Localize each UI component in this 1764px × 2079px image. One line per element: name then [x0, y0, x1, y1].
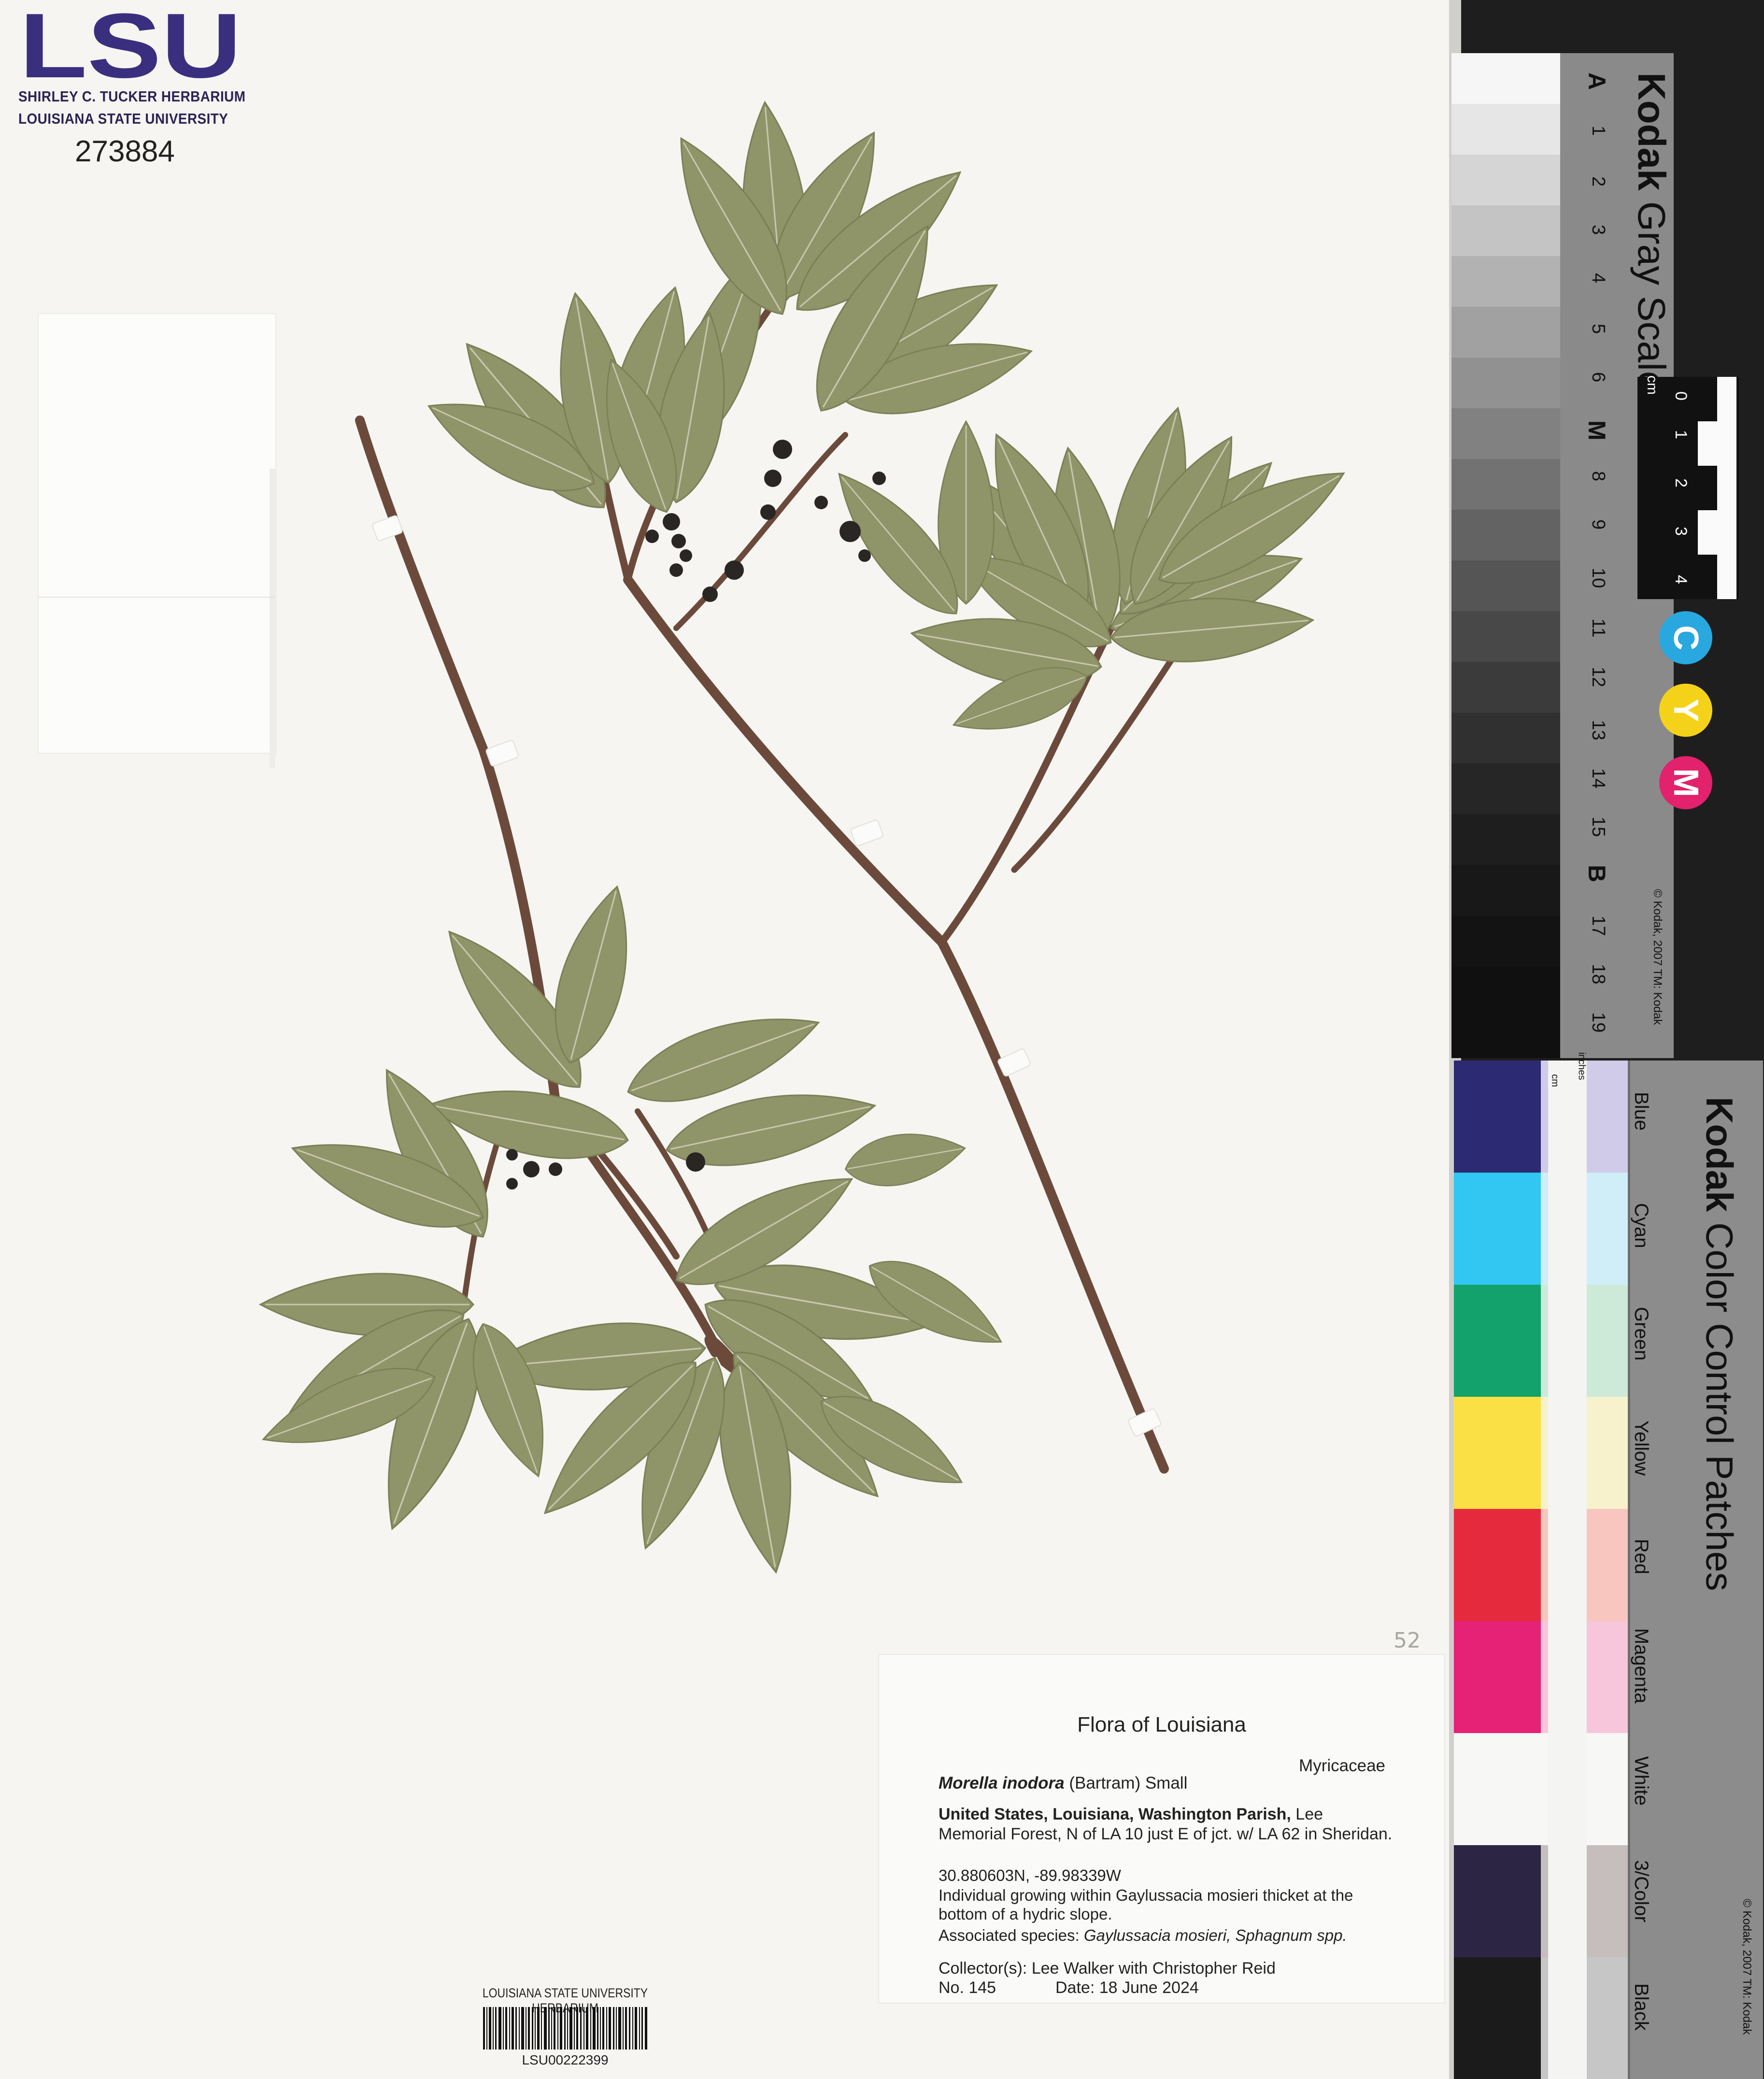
cm-ruler: cm 0 1 2 3 4 — [1637, 375, 1739, 599]
gray-marker-5: 5 — [1588, 324, 1608, 334]
patch-label-magenta: Magenta — [1631, 1628, 1652, 1704]
gray-marker-14: 14 — [1588, 768, 1608, 789]
gray-marker-15: 15 — [1588, 817, 1608, 837]
gray-marker-19: 19 — [1588, 1012, 1608, 1033]
label-title: Flora of Louisiana — [1077, 1713, 1246, 1736]
locality-bold: United States, Louisiana, Washington Par… — [939, 1805, 1291, 1823]
leaves — [253, 99, 1360, 1579]
gray-marker-m: M — [1583, 420, 1610, 441]
label-habitat: Individual growing within Gaylussacia mo… — [939, 1886, 1353, 1923]
cm-ruler-1: 1 — [1671, 430, 1690, 439]
label-number: No. 145 — [939, 1979, 996, 1997]
label-collector: Collector(s): Lee Walker with Christophe… — [939, 1959, 1276, 1978]
specimen-label: Flora of Louisiana Myricaceae Morella in… — [879, 1655, 1444, 2003]
label-associated: Associated species: Gaylussacia mosieri,… — [939, 1926, 1347, 1945]
patch-label-blue: Blue — [1631, 1092, 1652, 1131]
cm-ruler-3: 3 — [1671, 527, 1690, 536]
gray-marker-12: 12 — [1588, 667, 1608, 688]
gray-marker-a: A — [1583, 72, 1610, 90]
associated-prefix: Associated species: — [939, 1926, 1084, 1944]
patch-label-red: Red — [1631, 1539, 1652, 1575]
color-card-brand: Kodak Color Control Patches — [1698, 1097, 1741, 1592]
label-coordinates: 30.880603N, -89.98339W — [939, 1866, 1121, 1884]
label-taxon: Morella inodora (Bartram) Small — [939, 1774, 1187, 1793]
cyan-dot: C — [1659, 611, 1712, 664]
magenta-dot: M — [1659, 756, 1712, 809]
gray-marker-1: 1 — [1588, 126, 1608, 136]
cm-ruler-unit: cm — [1644, 375, 1660, 395]
taxon-name: Morella inodora — [939, 1774, 1065, 1792]
gray-marker-2: 2 — [1588, 176, 1608, 187]
gray-marker-8: 8 — [1588, 471, 1608, 482]
patch-label-green: Green — [1631, 1307, 1652, 1361]
gray-marker-3: 3 — [1588, 225, 1608, 235]
plant-specimen — [253, 99, 1360, 1579]
gray-scale-brand: Kodak Gray Scale — [1630, 72, 1673, 393]
cm-ruler-2: 2 — [1671, 478, 1690, 487]
gray-marker-13: 13 — [1588, 720, 1608, 741]
gray-marker-9: 9 — [1588, 519, 1608, 530]
gray-marker-10: 10 — [1588, 568, 1608, 588]
cm-ruler-scale — [1698, 377, 1736, 599]
gray-scale-copyright: © Kodak, 2007 TM: Kodak — [1651, 889, 1664, 1025]
gray-marker-17: 17 — [1588, 916, 1608, 936]
gray-marker-b: B — [1583, 865, 1610, 883]
taxon-author: (Bartram) Small — [1069, 1774, 1188, 1792]
barcode-label: LOUISIANA STATE UNIVERSITY HERBARIUM LSU… — [449, 1986, 681, 2070]
patch-label-cyan: Cyan — [1631, 1203, 1652, 1248]
patch-label-white: White — [1631, 1756, 1652, 1806]
color-card-copyright: © Kodak, 2007 TM: Kodak — [1740, 1899, 1753, 2035]
color-card-product: Color Control Patches — [1698, 1212, 1741, 1592]
cm-ruler-4: 4 — [1671, 575, 1690, 584]
yellow-dot: Y — [1659, 684, 1712, 737]
patch-label-3color: 3/Color — [1631, 1860, 1652, 1922]
ruler-unit-inches: inches — [1576, 1052, 1587, 1080]
patch-label-black: Black — [1631, 1983, 1652, 2031]
patch-label-yellow: Yellow — [1631, 1420, 1652, 1476]
associated-species: Gaylussacia mosieri, Sphagnum spp. — [1083, 1926, 1347, 1944]
barcode-number: LSU00222399 — [522, 2052, 609, 2067]
gray-marker-18: 18 — [1588, 964, 1608, 985]
gray-marker-11: 11 — [1588, 618, 1608, 638]
label-locality: United States, Louisiana, Washington Par… — [939, 1805, 1393, 1844]
gray-scale-product: Gray Scale — [1630, 190, 1673, 393]
gray-marker-4: 4 — [1588, 273, 1608, 284]
gray-patches — [1451, 53, 1560, 1058]
ruler-unit-cm: cm — [1549, 1074, 1560, 1087]
label-date: Date: 18 June 2024 — [1055, 1979, 1199, 1997]
label-family: Myricaceae — [1299, 1756, 1385, 1775]
barcode-bars — [483, 2007, 647, 2050]
inch-ruler: inches cm — [1548, 1052, 1587, 2079]
pencil-mark: 52 — [1394, 1628, 1421, 1653]
cm-ruler-0: 0 — [1671, 391, 1690, 401]
gray-marker-6: 6 — [1588, 372, 1608, 383]
